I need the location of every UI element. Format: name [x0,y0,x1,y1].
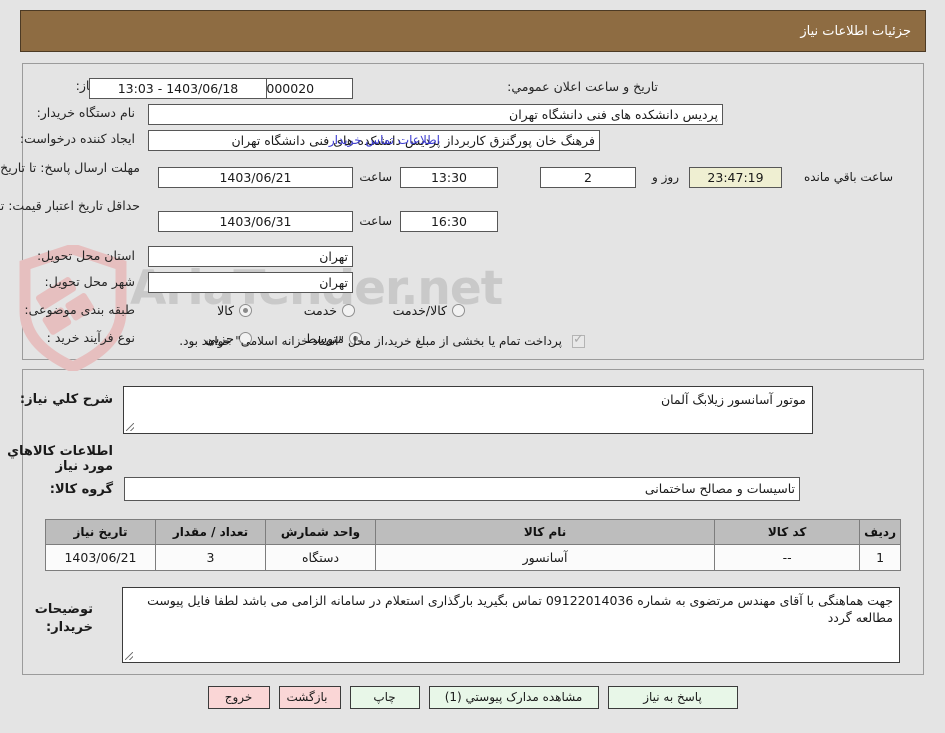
cell-need-date: 1403/06/21 [45,544,156,571]
delivery-province-label: استان محل تحویل: [36,248,135,263]
page-title: جزئیات اطلاعات نیاز [800,23,911,39]
buyer-org-label: نام دستگاه خریدار: [36,105,135,120]
radio-khedmat-icon[interactable] [342,304,355,317]
subject-category-option-kala-khedmat[interactable]: کالا/خدمت [383,303,465,318]
public-announce-value: 1403/06/18 - 13:03 [89,78,267,99]
buyer-contact-link[interactable]: اطلاعات تماس خریدار [329,133,440,147]
subject-category-label: طبقه بندی موضوعی: [24,302,135,317]
response-deadline-date: 1403/06/21 [158,167,353,188]
goods-table: ردیف کد کالا نام کالا واحد شمارش تعداد /… [45,519,901,571]
treasury-note-text: پرداخت تمام یا بخشی از مبلغ خرید،از محل … [179,334,562,348]
radio-khedmat-label: خدمت [303,303,337,318]
price-validity-date: 1403/06/31 [158,211,353,232]
radio-kala-label: کالا [217,303,234,318]
exit-button[interactable]: خروج [207,686,270,709]
page-root: جزئیات اطلاعات نیاز AriaTender.net شماره… [0,0,945,733]
cell-name: آسانسور [374,544,716,571]
delivery-city-value: تهران [148,272,353,293]
radio-kala-khedmat-label: کالا/خدمت [392,303,447,318]
col-index: ردیف [859,519,901,545]
remaining-hours-label: ساعت باقي مانده [803,170,893,184]
delivery-province-value: تهران [148,246,353,267]
price-validity-time: 16:30 [400,211,498,232]
description-label: شرح کلي نیاز: [19,392,113,407]
print-button[interactable]: چاپ [349,686,420,709]
response-deadline-time: 13:30 [400,167,498,188]
cell-code: -- [714,544,861,571]
treasury-note-row[interactable]: پرداخت تمام یا بخشی از مبلغ خرید،از محل … [179,332,585,348]
response-deadline-row: مهلت ارسال پاسخ: تا تاریخ: [0,160,140,175]
goods-section-heading: اطلاعات کالاهاي مورد نیاز [7,444,113,474]
view-attachments-button[interactable]: مشاهده مدارک پیوستي (1) [428,686,599,709]
price-validity-label: حداقل تاریخ اعتبار قیمت: تا تاریخ: [0,198,140,213]
process-type-label: نوع فرآیند خرید : [46,330,135,345]
col-need-date: تاریخ نیاز [45,519,156,545]
request-creator-row: ایجاد کننده درخواست: [20,131,135,146]
price-validity-row: حداقل تاریخ اعتبار قیمت: تا تاریخ: [0,198,140,213]
table-header-row: ردیف کد کالا نام کالا واحد شمارش تعداد /… [45,519,901,545]
response-deadline-days: 2 [540,167,636,188]
subject-category-option-khedmat[interactable]: خدمت [294,303,355,318]
radio-kala-khedmat-icon[interactable] [452,304,465,317]
respond-button[interactable]: پاسخ به نیاز [607,686,738,709]
footer-button-bar: پاسخ به نیاز مشاهده مدارک پیوستي (1) چاپ… [0,686,945,709]
col-qty: تعداد / مقدار [155,519,266,545]
buyer-org-row: نام دستگاه خریدار: [37,105,135,120]
price-validity-time-label: ساعت [359,214,392,228]
subject-category-row: طبقه بندی موضوعی: [24,302,135,317]
treasury-note-checkbox[interactable] [572,332,585,348]
col-unit: واحد شمارش [265,519,376,545]
process-type-row: نوع فرآیند خرید : [47,330,135,345]
goods-group-label: گروه کالا: [49,482,113,497]
cell-index: 1 [859,544,901,571]
public-announce-row: تاریخ و ساعت اعلان عمومي: [507,79,658,94]
delivery-city-label: شهر محل تحویل: [44,274,135,289]
page-title-bar: جزئیات اطلاعات نیاز [20,10,926,52]
buyer-notes-label: توضیحات خریدار: [34,602,93,635]
col-code: کد کالا [714,519,861,545]
goods-group-value: تاسیسات و مصالح ساختمانی [124,477,800,501]
response-deadline-time-label: ساعت [359,170,392,184]
days-separator-label: روز و [652,170,679,184]
back-button[interactable]: بازگشت [278,686,341,709]
delivery-city-row: شهر محل تحویل: [45,274,135,289]
table-row: 1 -- آسانسور دستگاه 3 1403/06/21 [45,544,901,571]
cell-unit: دستگاه [265,544,376,571]
col-name: نام کالا [374,519,716,545]
request-creator-label: ایجاد کننده درخواست: [19,131,135,146]
subject-category-option-kala[interactable]: کالا [207,303,252,318]
radio-kala-icon[interactable] [239,304,252,317]
cell-qty: 3 [155,544,266,571]
public-announce-label: تاریخ و ساعت اعلان عمومي: [507,79,658,94]
delivery-province-row: استان محل تحویل: [37,248,135,263]
buyer-notes-textarea[interactable]: جهت هماهنگی با آقای مهندس مرتضوی به شمار… [122,587,900,663]
countdown-timer: 23:47:19 [689,167,782,188]
description-textarea[interactable]: موتور آسانسور زیلابگ آلمان [123,386,813,434]
buyer-org-value: پردیس دانشکده های فنی دانشگاه تهران [148,104,723,125]
response-deadline-label: مهلت ارسال پاسخ: تا تاریخ: [0,160,140,175]
